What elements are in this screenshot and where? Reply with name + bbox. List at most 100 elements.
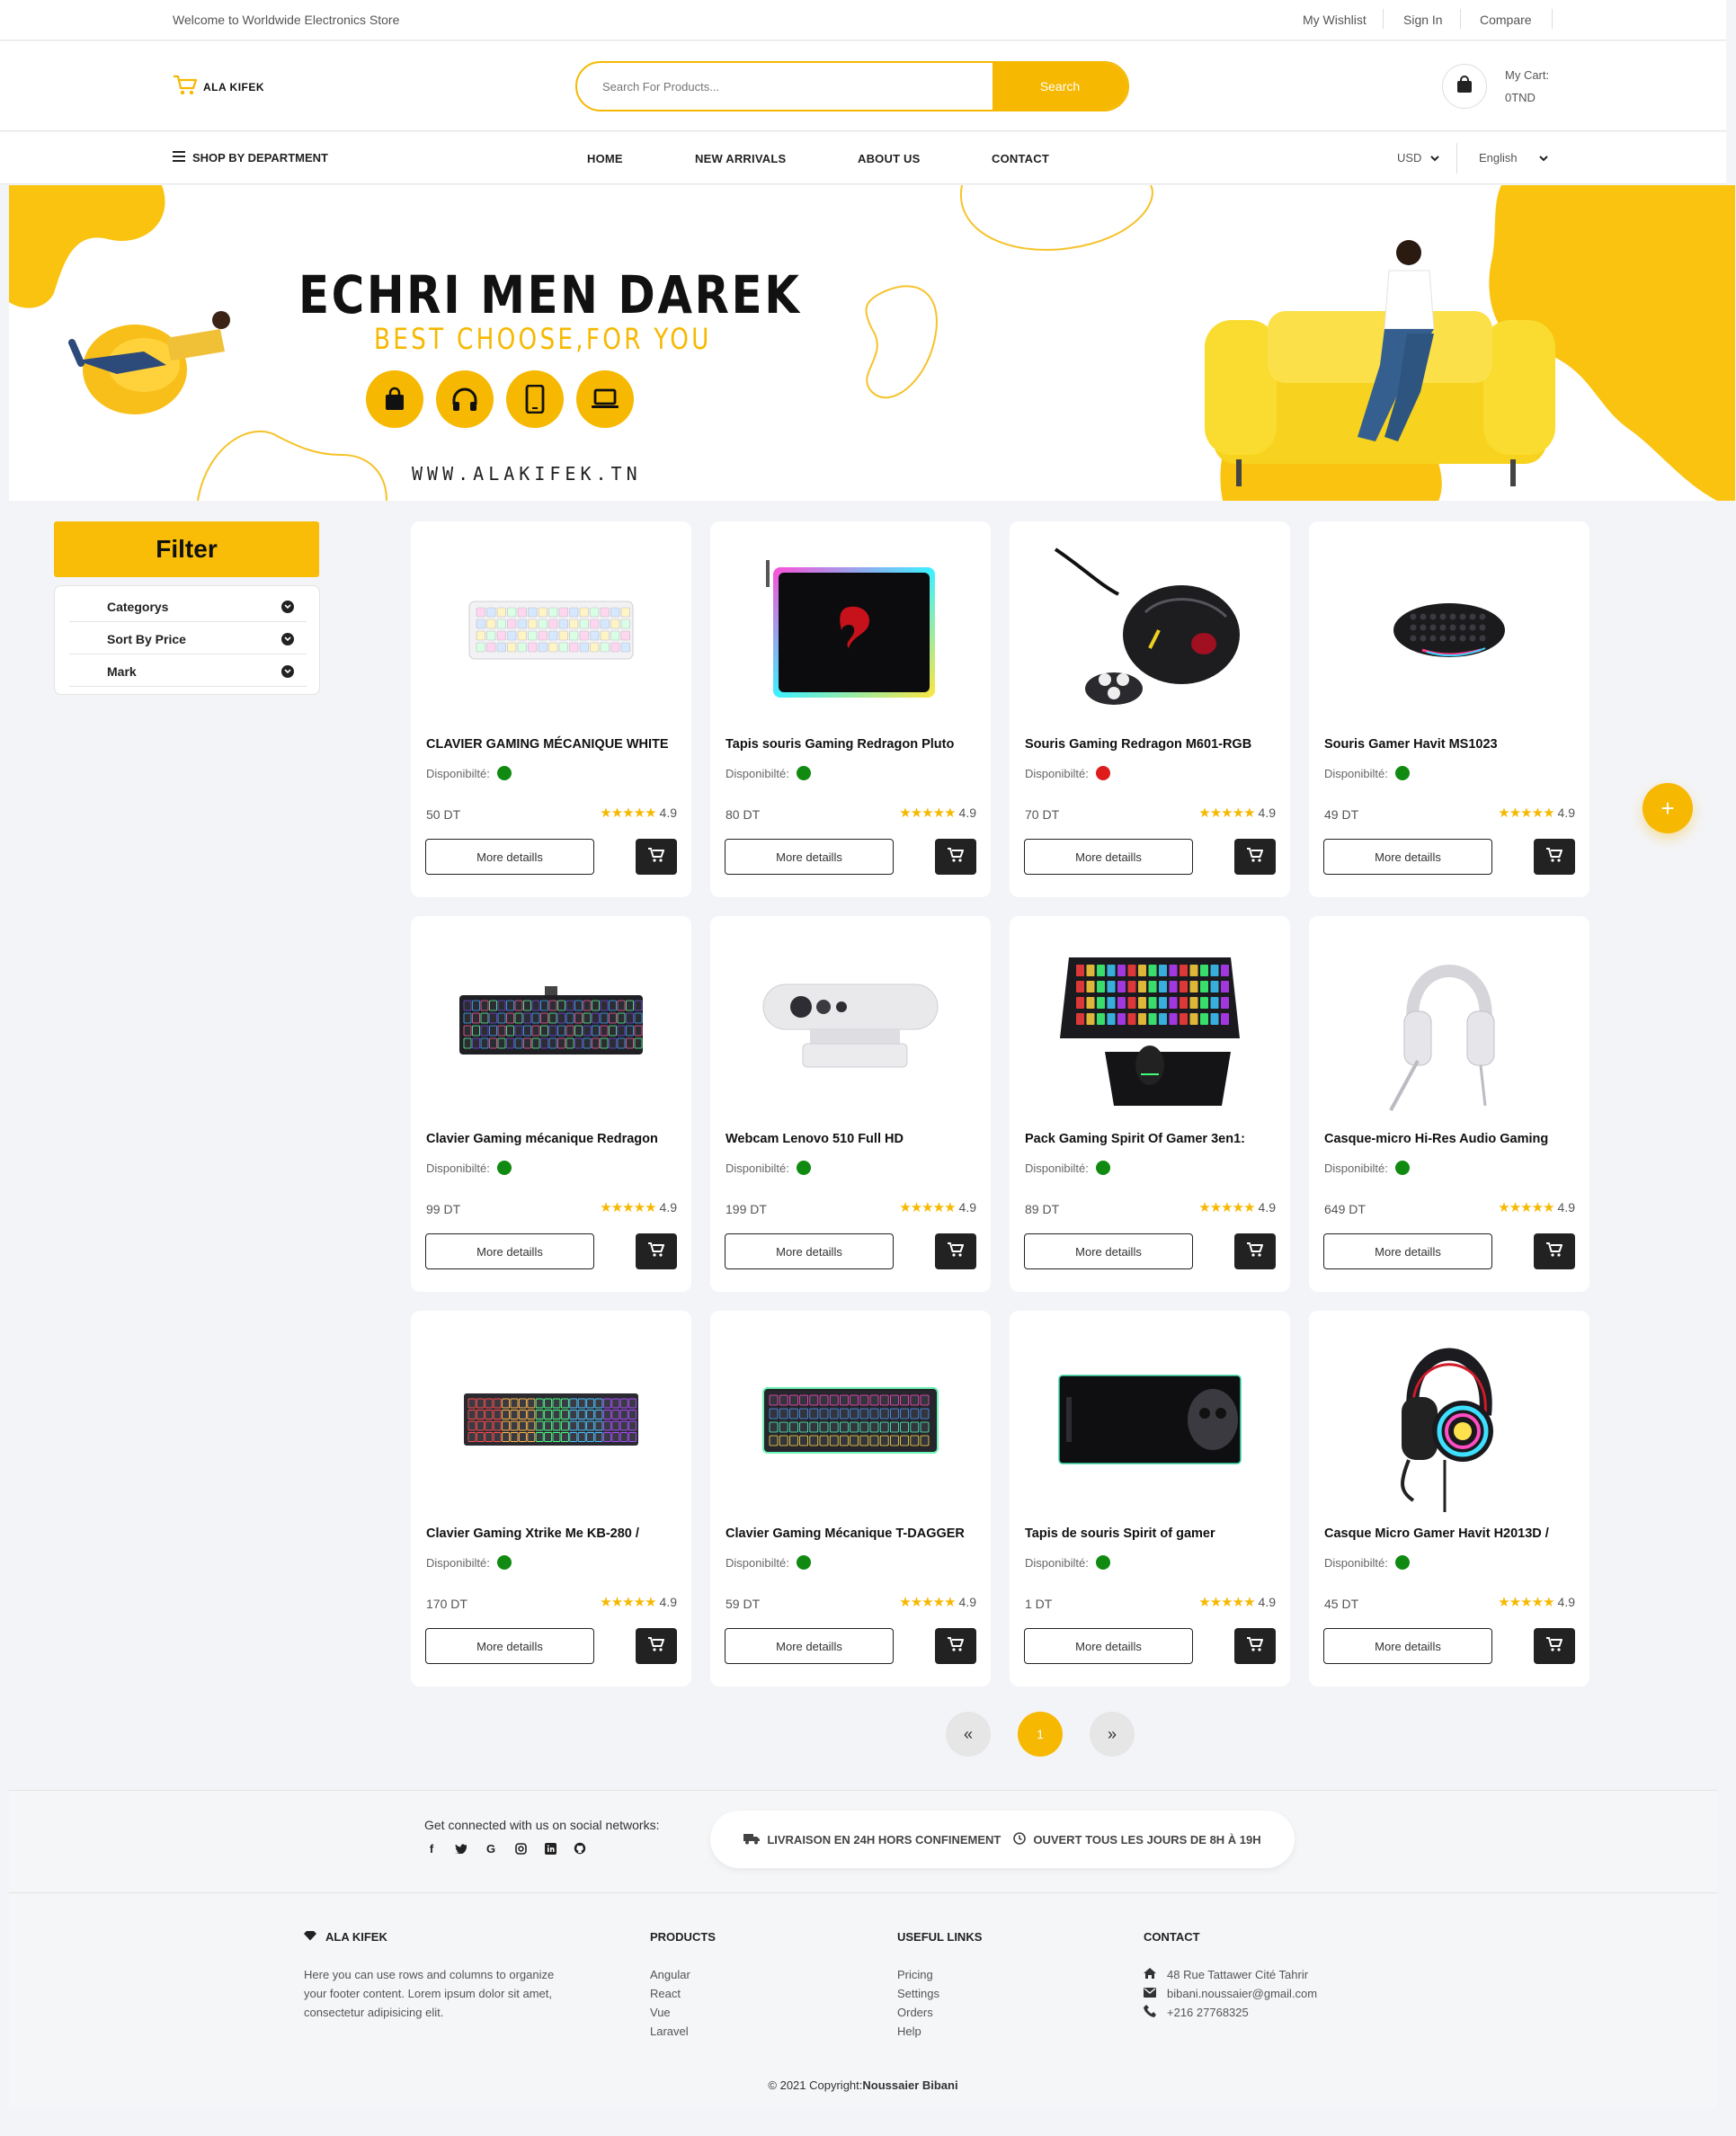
product-image[interactable] — [1024, 930, 1276, 1119]
add-to-cart-button[interactable] — [1234, 1628, 1276, 1664]
nav-about-us[interactable]: ABOUT US — [858, 152, 921, 165]
more-details-button[interactable]: More detaills — [1024, 1628, 1193, 1664]
hero-banner[interactable]: ECHRI MEN DAREK BEST CHOOSE,FOR YOU WWW.… — [9, 185, 1735, 501]
search-button[interactable]: Search — [993, 63, 1127, 110]
footer-link-vue[interactable]: Vue — [650, 2003, 690, 2022]
more-details-button[interactable]: More detaills — [725, 1233, 894, 1269]
product-card[interactable]: Souris Gaming Redragon M601-RGB Disponibi… — [1010, 521, 1290, 897]
compare-link[interactable]: Compare — [1480, 13, 1532, 27]
copyright-name[interactable]: Noussaier Bibani — [862, 2078, 957, 2092]
add-to-cart-button[interactable] — [1234, 839, 1276, 875]
product-name[interactable]: Casque Micro Gamer Havit H2013D / — [1324, 1526, 1549, 1541]
product-card[interactable]: CLAVIER GAMING MÉCANIQUE WHITE Disponibil… — [411, 521, 691, 897]
add-to-cart-button[interactable] — [935, 1233, 976, 1269]
product-image[interactable] — [425, 930, 677, 1119]
linkedin-icon[interactable] — [543, 1841, 557, 1856]
footer-link-pricing[interactable]: Pricing — [897, 1965, 939, 1984]
google-icon[interactable]: G — [484, 1841, 498, 1856]
pagination-page-1[interactable]: 1 — [1018, 1712, 1063, 1757]
add-to-cart-button[interactable] — [636, 1233, 677, 1269]
more-details-button[interactable]: More detaills — [725, 1628, 894, 1664]
pagination-next[interactable]: » — [1090, 1712, 1135, 1757]
product-image[interactable] — [1323, 930, 1575, 1119]
product-name[interactable]: Clavier Gaming Mécanique T-DAGGER — [726, 1526, 965, 1541]
sign-in-link[interactable]: Sign In — [1403, 13, 1443, 27]
add-to-cart-button[interactable] — [1534, 1233, 1575, 1269]
more-details-button[interactable]: More detaills — [1323, 839, 1492, 875]
footer-link-react[interactable]: React — [650, 1984, 690, 2003]
currency-select[interactable]: USD — [1397, 151, 1440, 165]
phone-text[interactable]: +216 27768325 — [1167, 2006, 1249, 2019]
product-card[interactable]: Clavier Gaming mécanique Redragon Disponi… — [411, 916, 691, 1292]
product-name[interactable]: Clavier Gaming mécanique Redragon — [426, 1132, 658, 1146]
twitter-icon[interactable] — [454, 1841, 468, 1856]
footer-link-orders[interactable]: Orders — [897, 2003, 939, 2022]
product-card[interactable]: Souris Gamer Havit MS1023 Disponibilté: 49… — [1309, 521, 1589, 897]
github-icon[interactable] — [573, 1841, 587, 1856]
footer-link-laravel[interactable]: Laravel — [650, 2022, 690, 2041]
product-name[interactable]: Souris Gamer Havit MS1023 — [1324, 737, 1498, 752]
more-details-button[interactable]: More detaills — [725, 839, 894, 875]
product-image[interactable] — [1323, 536, 1575, 725]
product-image[interactable] — [725, 930, 976, 1119]
product-image[interactable] — [725, 536, 976, 725]
product-card[interactable]: Pack Gaming Spirit Of Gamer 3en1: Disponi… — [1010, 916, 1290, 1292]
more-details-button[interactable]: More detaills — [1323, 1628, 1492, 1664]
add-to-cart-button[interactable] — [1534, 839, 1575, 875]
add-to-cart-button[interactable] — [935, 1628, 976, 1664]
more-details-button[interactable]: More detaills — [425, 1233, 594, 1269]
product-card[interactable]: Clavier Gaming Xtrike Me KB-280 / Disponi… — [411, 1311, 691, 1687]
language-select[interactable]: English — [1479, 151, 1548, 165]
more-details-button[interactable]: More detaills — [1024, 1233, 1193, 1269]
product-name[interactable]: Tapis souris Gaming Redragon Pluto — [726, 737, 954, 752]
facebook-icon[interactable]: f — [424, 1841, 439, 1856]
product-card[interactable]: Webcam Lenovo 510 Full HD Disponibilté: 19… — [710, 916, 991, 1292]
add-to-cart-button[interactable] — [636, 1628, 677, 1664]
product-name[interactable]: Clavier Gaming Xtrike Me KB-280 / — [426, 1526, 639, 1541]
product-name[interactable]: CLAVIER GAMING MÉCANIQUE WHITE — [426, 737, 669, 752]
nav-new-arrivals[interactable]: NEW ARRIVALS — [695, 152, 786, 165]
add-fab-button[interactable]: + — [1643, 783, 1693, 833]
product-name[interactable]: Webcam Lenovo 510 Full HD — [726, 1132, 904, 1146]
nav-home[interactable]: HOME — [587, 152, 623, 165]
nav-contact[interactable]: CONTACT — [992, 152, 1049, 165]
product-name[interactable]: Souris Gaming Redragon M601-RGB — [1025, 737, 1251, 752]
product-image[interactable] — [425, 536, 677, 725]
add-to-cart-button[interactable] — [935, 839, 976, 875]
shop-by-department[interactable]: SHOP BY DEPARTMENT — [173, 151, 328, 165]
product-card[interactable]: Casque Micro Gamer Havit H2013D / Disponi… — [1309, 1311, 1589, 1687]
product-name[interactable]: Casque-micro Hi-Res Audio Gaming — [1324, 1132, 1548, 1146]
footer-link-help[interactable]: Help — [897, 2022, 939, 2041]
product-image[interactable] — [1323, 1325, 1575, 1514]
email-text[interactable]: bibani.noussaier@gmail.com — [1167, 1987, 1317, 2000]
product-name[interactable]: Tapis de souris Spirit of gamer — [1025, 1526, 1215, 1541]
product-card[interactable]: Tapis souris Gaming Redragon Pluto Dispon… — [710, 521, 991, 897]
product-image[interactable] — [725, 1325, 976, 1514]
logo[interactable]: ALA KIFEK — [173, 74, 264, 101]
wishlist-link[interactable]: My Wishlist — [1303, 13, 1367, 27]
more-details-button[interactable]: More detaills — [425, 1628, 594, 1664]
add-to-cart-button[interactable] — [636, 839, 677, 875]
add-to-cart-button[interactable] — [1534, 1628, 1575, 1664]
filter-categorys[interactable]: Categorys — [69, 592, 307, 622]
cart-button[interactable] — [1442, 64, 1487, 109]
more-details-button[interactable]: More detaills — [1323, 1233, 1492, 1269]
product-card[interactable]: Casque-micro Hi-Res Audio Gaming Disponib… — [1309, 916, 1589, 1292]
product-card[interactable]: Clavier Gaming Mécanique T-DAGGER Disponi… — [710, 1311, 991, 1687]
add-to-cart-button[interactable] — [1234, 1233, 1276, 1269]
instagram-icon[interactable] — [513, 1841, 528, 1856]
product-image[interactable] — [1024, 1325, 1276, 1514]
product-price: 1 DT — [1025, 1597, 1053, 1611]
footer-link-angular[interactable]: Angular — [650, 1965, 690, 1984]
product-image[interactable] — [1024, 536, 1276, 725]
search-input[interactable] — [577, 63, 993, 110]
product-card[interactable]: Tapis de souris Spirit of gamer Disponibi… — [1010, 1311, 1290, 1687]
more-details-button[interactable]: More detaills — [1024, 839, 1193, 875]
pagination-prev[interactable]: « — [946, 1712, 991, 1757]
product-name[interactable]: Pack Gaming Spirit Of Gamer 3en1: — [1025, 1132, 1245, 1146]
product-image[interactable] — [425, 1325, 677, 1514]
filter-mark[interactable]: Mark — [69, 656, 307, 687]
more-details-button[interactable]: More detaills — [425, 839, 594, 875]
footer-link-settings[interactable]: Settings — [897, 1984, 939, 2003]
filter-sort-by-price[interactable]: Sort By Price — [69, 624, 307, 654]
